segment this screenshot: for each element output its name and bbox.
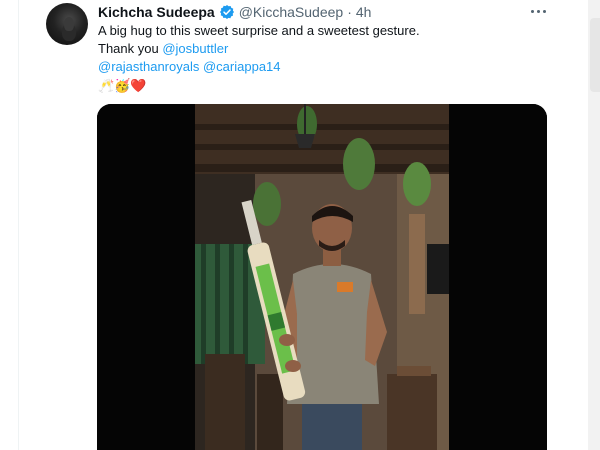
tweet-text-line-2: Thank you @josbuttler <box>98 40 228 58</box>
video-frame <box>97 104 547 450</box>
display-name[interactable]: Kichcha Sudeepa <box>98 4 215 20</box>
separator-dot: · <box>347 4 352 20</box>
tweet-video[interactable] <box>97 104 547 450</box>
mention-rajasthanroyals[interactable]: @rajasthanroyals <box>98 59 199 74</box>
right-panel-card <box>590 18 600 92</box>
tweet-header: Kichcha Sudeepa @KicchaSudeep · 4h <box>98 3 371 21</box>
tweet-text-line-3: @rajasthanroyals @cariappa14 <box>98 58 281 76</box>
tweet-timestamp[interactable]: 4h <box>356 4 372 20</box>
party-face-emoji: 🥳 <box>114 78 131 93</box>
feed-divider <box>18 0 19 450</box>
mention-josbuttler[interactable]: @josbuttler <box>162 41 228 56</box>
red-heart-emoji: ❤️ <box>130 78 147 93</box>
tweet-text-line-1: A big hug to this sweet surprise and a s… <box>98 23 420 38</box>
avatar[interactable] <box>46 3 88 45</box>
verified-badge-icon <box>219 5 234 19</box>
mention-cariappa14[interactable]: @cariappa14 <box>203 59 281 74</box>
tweet-emojis: 🥂🥳❤️ <box>98 77 147 95</box>
clinking-glasses-emoji: 🥂 <box>98 78 115 93</box>
thank-you-text: Thank you <box>98 41 163 56</box>
user-handle[interactable]: @KicchaSudeep <box>239 4 344 20</box>
more-options-icon[interactable] <box>530 4 548 18</box>
